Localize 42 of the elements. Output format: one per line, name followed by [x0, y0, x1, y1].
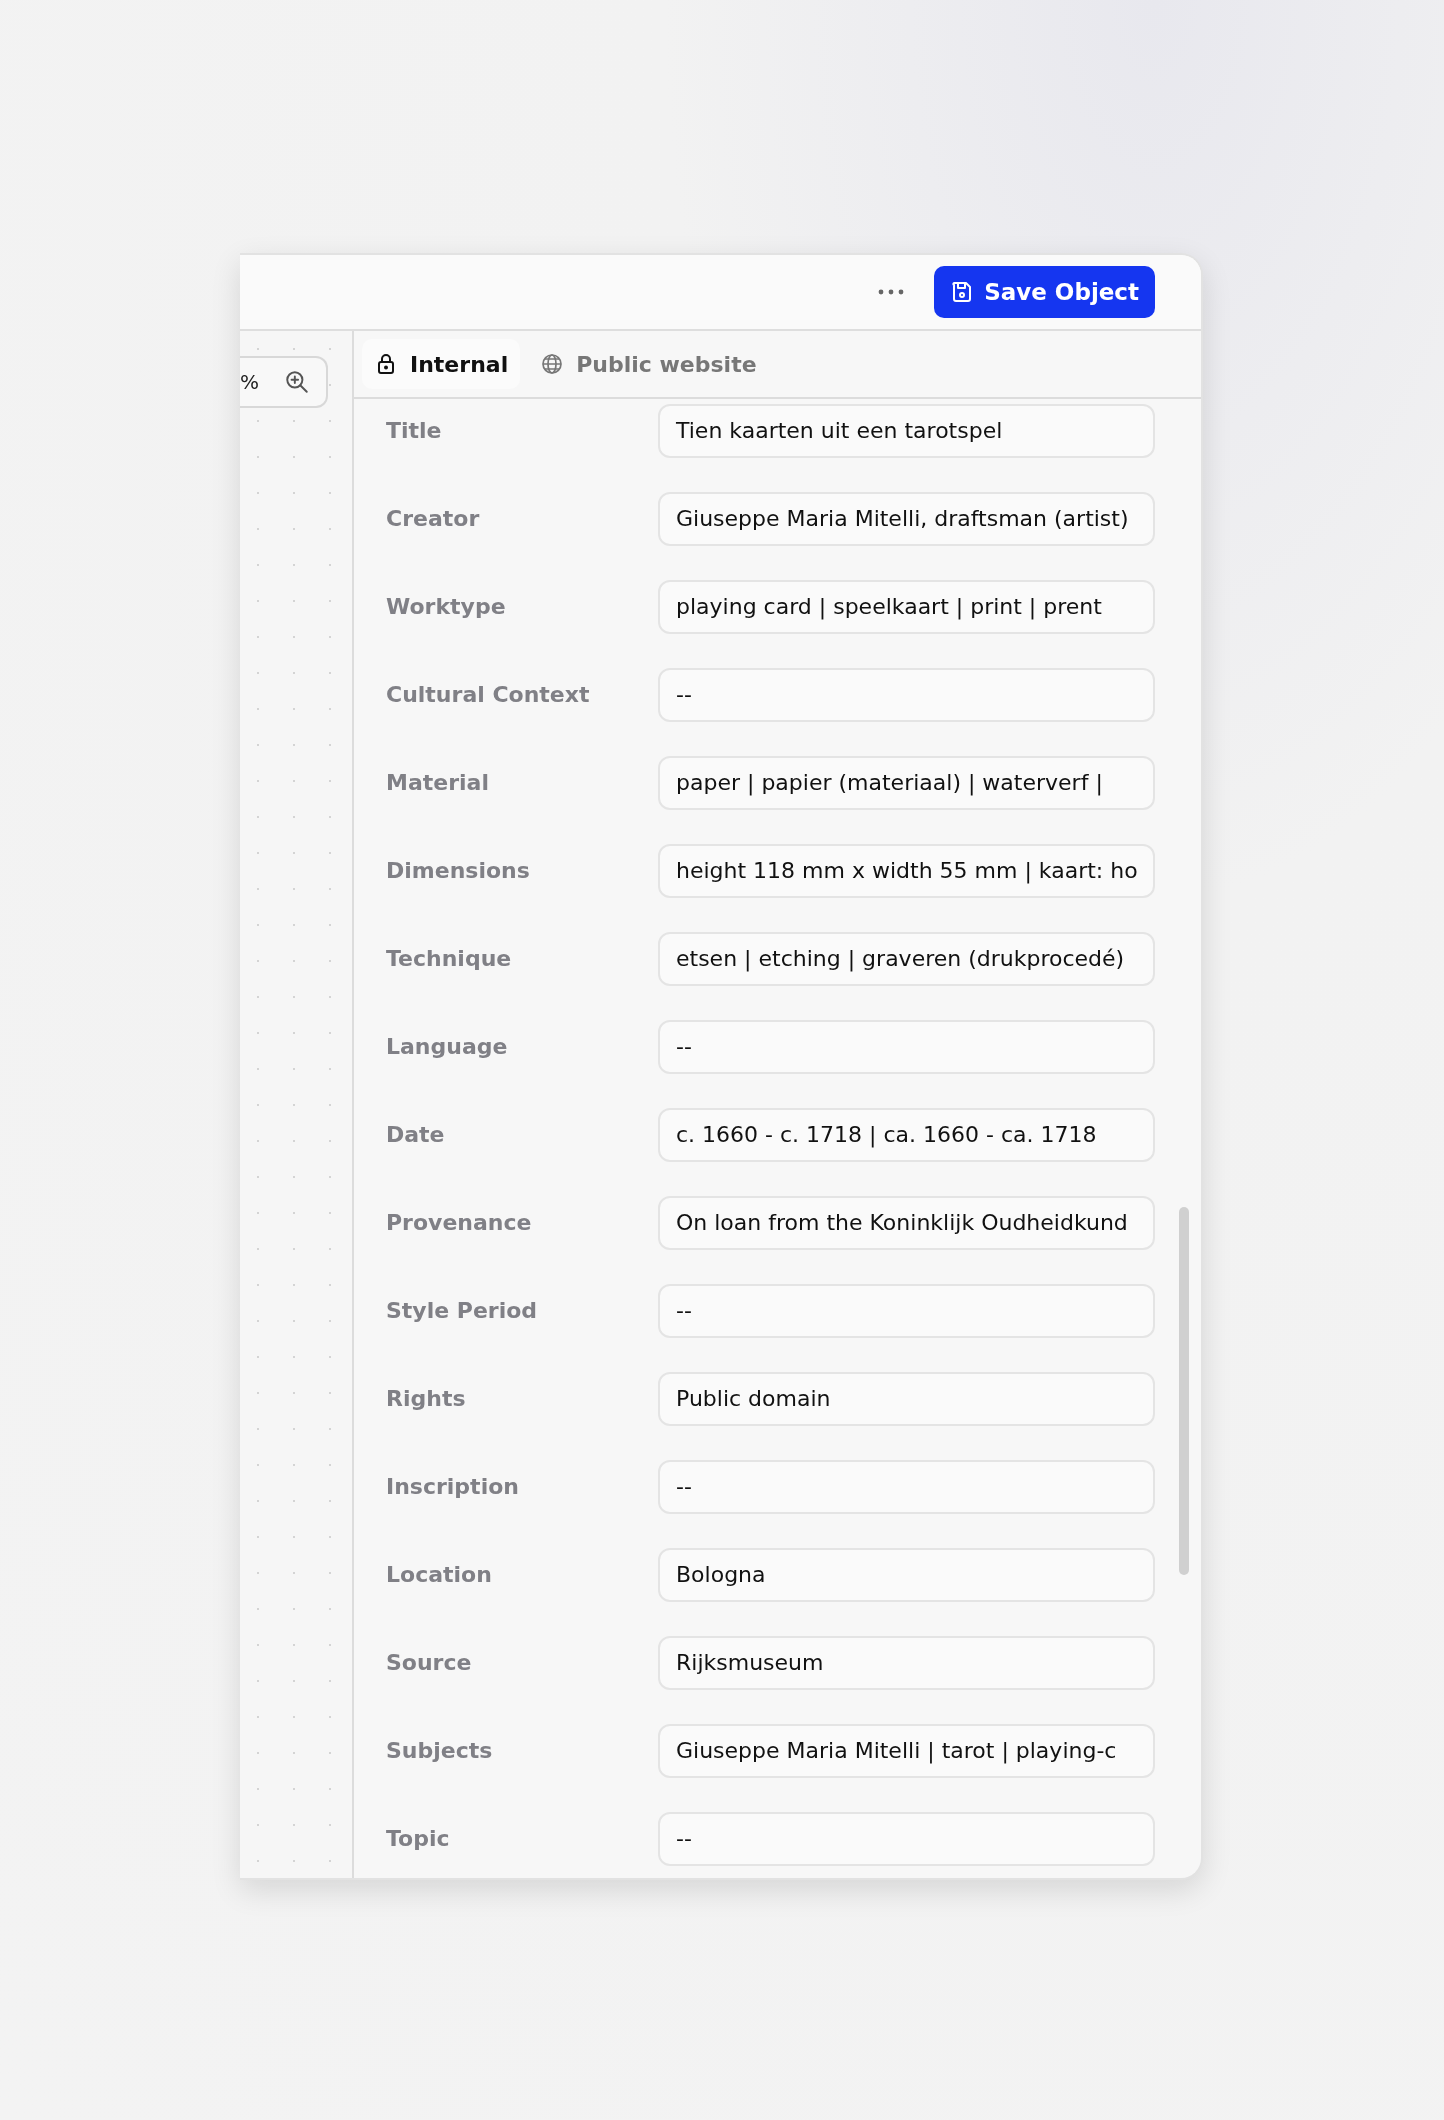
more-icon[interactable] [878, 289, 905, 295]
field-label: Dimensions [386, 857, 531, 885]
field-label: Rights [386, 1385, 467, 1413]
input-field[interactable]: playing card | speelkaart | print | prent [658, 580, 1155, 634]
input-field[interactable]: Tien kaarten uit een tarotspel [658, 404, 1155, 458]
field-label: Location [386, 1561, 493, 1589]
input-field[interactable]: height 118 mm x width 55 mm | kaart: ho [658, 844, 1155, 898]
input-field[interactable]: -- [658, 1812, 1155, 1866]
zoom-in-icon[interactable] [284, 369, 310, 395]
field-label: Creator [386, 505, 481, 533]
field-label: Topic [386, 1825, 451, 1853]
tab[interactable]: Internal [362, 339, 521, 389]
field-label: Cultural Context [386, 681, 591, 709]
field-label: Material [386, 769, 490, 797]
field-label: Provenance [386, 1209, 533, 1237]
input-field[interactable]: Giuseppe Maria Mitelli, draftsman (artist) [658, 492, 1155, 546]
field-label: Language [386, 1033, 509, 1061]
input-field[interactable]: paper | papier (materiaal) | waterverf | [658, 756, 1155, 810]
field-label: Technique [386, 945, 513, 973]
input-field[interactable]: Rijksmuseum [658, 1636, 1155, 1690]
field-label: Subjects [386, 1737, 494, 1765]
save-button[interactable]: Save Object [934, 266, 1155, 318]
field-label: Worktype [386, 593, 507, 621]
scrollbar[interactable] [1179, 1207, 1189, 1575]
field-label: Source [386, 1649, 473, 1677]
field-label: Style Period [386, 1297, 539, 1325]
input-field[interactable]: Giuseppe Maria Mitelli | tarot | playing-c [658, 1724, 1155, 1778]
field-label: Date [386, 1121, 446, 1149]
input-field[interactable]: etsen | etching | graveren (drukprocedé) [658, 932, 1155, 986]
field-label: Inscription [386, 1473, 520, 1501]
zoom-reading: % [240, 370, 259, 394]
input-field[interactable]: Public domain [658, 1372, 1155, 1426]
globe-icon [540, 352, 565, 376]
input-field[interactable]: -- [658, 1284, 1155, 1338]
input-field[interactable]: -- [658, 1020, 1155, 1074]
input-field[interactable]: c. 1660 - c. 1718 | ca. 1660 - ca. 1718 [658, 1108, 1155, 1162]
tab[interactable]: Public website [528, 339, 769, 389]
input-field[interactable]: On loan from the Koninklijk Oudheidkund [658, 1196, 1155, 1250]
input-field[interactable]: -- [658, 668, 1155, 722]
field-label: Title [386, 417, 443, 445]
input-field[interactable]: -- [658, 1460, 1155, 1514]
input-field[interactable]: Bologna [658, 1548, 1155, 1602]
